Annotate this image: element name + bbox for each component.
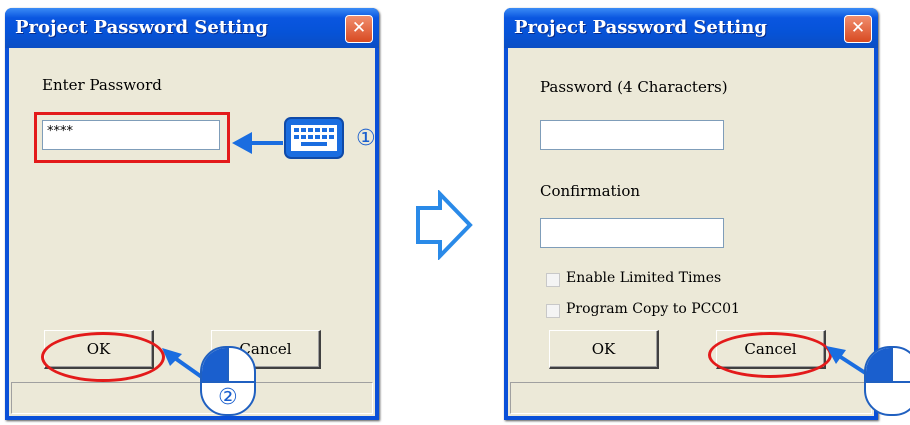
arrow-head-1 (232, 132, 252, 154)
next-step-arrow (416, 190, 473, 260)
ok-highlight-oval (41, 332, 165, 382)
right-status-bar (510, 382, 872, 414)
program-copy-checkbox[interactable] (546, 304, 560, 318)
left-close-button[interactable]: ✕ (345, 15, 373, 43)
program-copy-label: Program Copy to PCC01 (566, 301, 740, 317)
cancel-highlight-oval (708, 332, 832, 378)
arrow-line-1 (248, 141, 283, 145)
password-input[interactable]: **** (42, 120, 220, 150)
keyboard-icon (284, 117, 344, 159)
right-dialog-title: Project Password Setting (514, 17, 767, 38)
right-close-button[interactable]: ✕ (844, 15, 872, 43)
right-dialog-titlebar[interactable]: Project Password Setting ✕ (504, 8, 878, 48)
left-dialog-title: Project Password Setting (15, 17, 268, 38)
ok-button-right[interactable]: OK (549, 330, 659, 369)
enable-limited-times-label: Enable Limited Times (566, 270, 722, 286)
step-1-marker: ① (356, 126, 376, 151)
enable-limited-times-checkbox[interactable] (546, 273, 560, 287)
confirmation-input[interactable] (540, 218, 724, 248)
left-status-bar (11, 382, 373, 414)
password-4-characters-label: Password (4 Characters) (540, 78, 728, 96)
confirmation-label: Confirmation (540, 182, 641, 200)
step-2-marker: ② (218, 385, 238, 410)
left-dialog-titlebar[interactable]: Project Password Setting ✕ (5, 8, 379, 48)
new-password-input[interactable] (540, 120, 724, 150)
mouse-icon-right (864, 346, 910, 416)
enter-password-label: Enter Password (42, 76, 162, 94)
